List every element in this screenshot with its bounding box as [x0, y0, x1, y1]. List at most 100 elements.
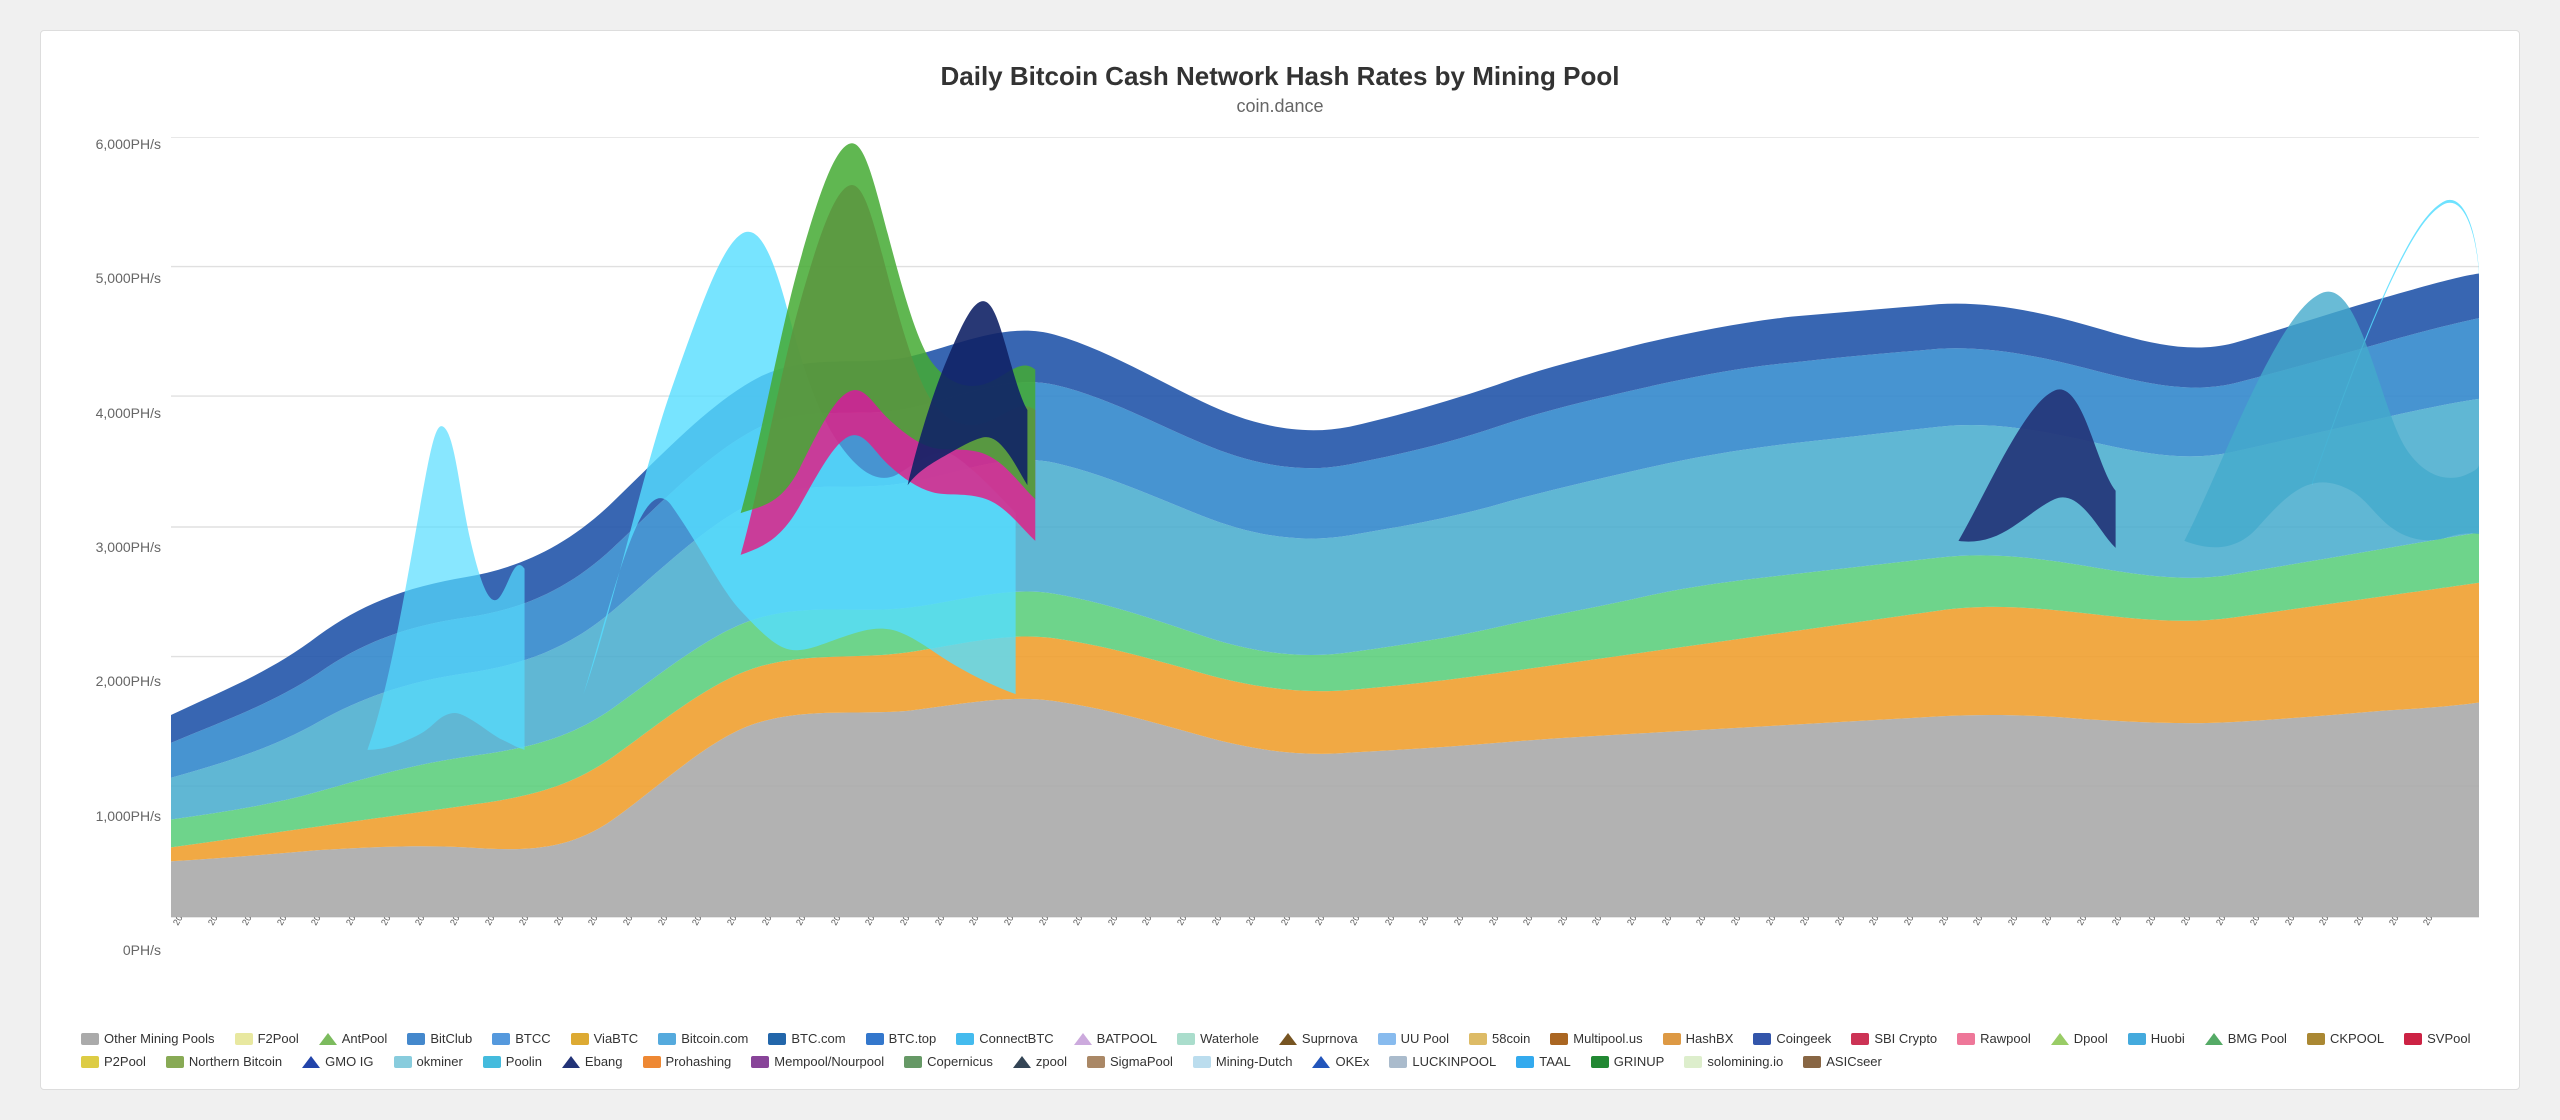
legend-label: 58coin — [1492, 1031, 1530, 1046]
legend-label: Poolin — [506, 1054, 542, 1069]
x-label: 2018-09-09 — [1902, 917, 1934, 927]
x-label: 2018-03-24 — [1175, 917, 1207, 927]
legend-color-box — [1684, 1056, 1702, 1068]
legend-item: SBI Crypto — [1851, 1031, 1937, 1046]
x-label: 2018-01-19 — [898, 917, 930, 927]
legend-label: Waterhole — [1200, 1031, 1259, 1046]
legend-item: Ebang — [562, 1054, 623, 1069]
legend-color-box — [81, 1056, 99, 1068]
x-label: 2018-10-27 — [2110, 917, 2142, 927]
x-label: 2018-05-11 — [1383, 917, 1414, 927]
x-label: 2018-09-01 — [1867, 917, 1899, 927]
legend-color-box — [1087, 1056, 1105, 1068]
legend-color-box — [1550, 1033, 1568, 1045]
legend-color-box — [571, 1033, 589, 1045]
legend-color-box — [166, 1056, 184, 1068]
x-label: 2019-01-08 — [2421, 917, 2453, 927]
legend-label: Prohashing — [666, 1054, 732, 1069]
legend-item: BATPOOL — [1074, 1031, 1157, 1046]
legend-label: GMO IG — [325, 1054, 373, 1069]
legend-label: BATPOOL — [1097, 1031, 1157, 1046]
y-label-5000: 5,000PH/s — [96, 271, 161, 285]
legend-label: Ebang — [585, 1054, 623, 1069]
x-label: 2018-03-16 — [1140, 917, 1172, 927]
legend-label: Bitcoin.com — [681, 1031, 748, 1046]
legend-color-box — [1469, 1033, 1487, 1045]
chart-title: Daily Bitcoin Cash Network Hash Rates by… — [81, 61, 2479, 92]
x-label: 2018-01-03 — [829, 917, 861, 927]
x-label: 2018-12-23 — [2352, 917, 2384, 927]
legend-color-box — [1177, 1033, 1195, 1045]
x-label: 2017-09-21 — [379, 917, 411, 927]
x-label: 2017-09-13 — [344, 917, 376, 927]
legend-item: okminer — [394, 1054, 463, 1069]
legend-label: HashBX — [1686, 1031, 1734, 1046]
legend-item: BTCC — [492, 1031, 550, 1046]
x-label: 2018-08-23 — [1833, 917, 1865, 927]
legend-item: UU Pool — [1378, 1031, 1449, 1046]
legend-item: ViaBTC — [571, 1031, 639, 1046]
legend-color-box — [751, 1056, 769, 1068]
legend-item: LUCKINPOOL — [1389, 1054, 1496, 1069]
legend-color-box — [956, 1033, 974, 1045]
x-label: 2017-11-08 — [586, 917, 617, 927]
legend-label: Northern Bitcoin — [189, 1054, 282, 1069]
x-label: 2018-05-19 — [1417, 917, 1449, 927]
x-label: 2018-02-28 — [1071, 917, 1103, 927]
x-label: 2017-10-07 — [448, 917, 480, 927]
legend-label: SBI Crypto — [1874, 1031, 1937, 1046]
legend-label: Suprnova — [1302, 1031, 1358, 1046]
legend-item: zpool — [1013, 1054, 1067, 1069]
legend-color-box — [658, 1033, 676, 1045]
x-label: 2017-12-10 — [725, 917, 757, 927]
legend-item: ASICseer — [1803, 1054, 1882, 1069]
legend-color-box — [2307, 1033, 2325, 1045]
legend-label: BitClub — [430, 1031, 472, 1046]
legend-color-box — [302, 1056, 320, 1068]
legend-color-box — [1312, 1056, 1330, 1068]
legend-item: F2Pool — [235, 1031, 299, 1046]
legend-color-box — [1663, 1033, 1681, 1045]
x-label: 2018-03-08 — [1106, 917, 1138, 927]
y-label-3000: 3,000PH/s — [96, 540, 161, 554]
chart-subtitle: coin.dance — [81, 96, 2479, 117]
legend-label: AntPool — [342, 1031, 388, 1046]
x-label: 2018-06-12 — [1521, 917, 1553, 927]
x-label: 2018-04-25 — [1313, 917, 1345, 927]
x-label: 2018-11-29 — [2248, 917, 2279, 927]
legend-item: Prohashing — [643, 1054, 732, 1069]
x-label: 2018-11-13 — [2179, 917, 2210, 927]
legend-color-box — [1389, 1056, 1407, 1068]
legend-color-box — [904, 1056, 922, 1068]
legend-label: okminer — [417, 1054, 463, 1069]
legend-item: Poolin — [483, 1054, 542, 1069]
x-label: 2018-07-22 — [1694, 917, 1726, 927]
x-label: 2017-12-18 — [760, 917, 792, 927]
legend-color-box — [2404, 1033, 2422, 1045]
legend-item: Copernicus — [904, 1054, 993, 1069]
legend-color-box — [1516, 1056, 1534, 1068]
x-label: 2017-11-16 — [621, 917, 652, 927]
x-label: 2018-10-03 — [2006, 917, 2038, 927]
legend-label: SVPool — [2427, 1031, 2470, 1046]
legend-label: SigmaPool — [1110, 1054, 1173, 1069]
x-label: 2018-11-21 — [2214, 917, 2245, 927]
legend-label: F2Pool — [258, 1031, 299, 1046]
x-label: 2018-02-20 — [1037, 917, 1069, 927]
legend-label: Multipool.us — [1573, 1031, 1642, 1046]
legend-color-box — [1803, 1056, 1821, 1068]
legend-color-box — [319, 1033, 337, 1045]
y-label-0: 0PH/s — [123, 943, 161, 957]
x-label: 2018-06-04 — [1487, 917, 1519, 927]
x-label: 2017-11-24 — [656, 917, 687, 927]
x-label: 2017-08-12 — [206, 917, 238, 927]
legend-label: Mempool/Nourpool — [774, 1054, 884, 1069]
legend-label: ASICseer — [1826, 1054, 1882, 1069]
x-label: 2018-01-27 — [933, 917, 965, 927]
x-label: 2018-08-07 — [1764, 917, 1796, 927]
legend-color-box — [407, 1033, 425, 1045]
legend-label: ConnectBTC — [979, 1031, 1053, 1046]
legend-label: Huobi — [2151, 1031, 2185, 1046]
legend-item: AntPool — [319, 1031, 388, 1046]
legend-label: solomining.io — [1707, 1054, 1783, 1069]
